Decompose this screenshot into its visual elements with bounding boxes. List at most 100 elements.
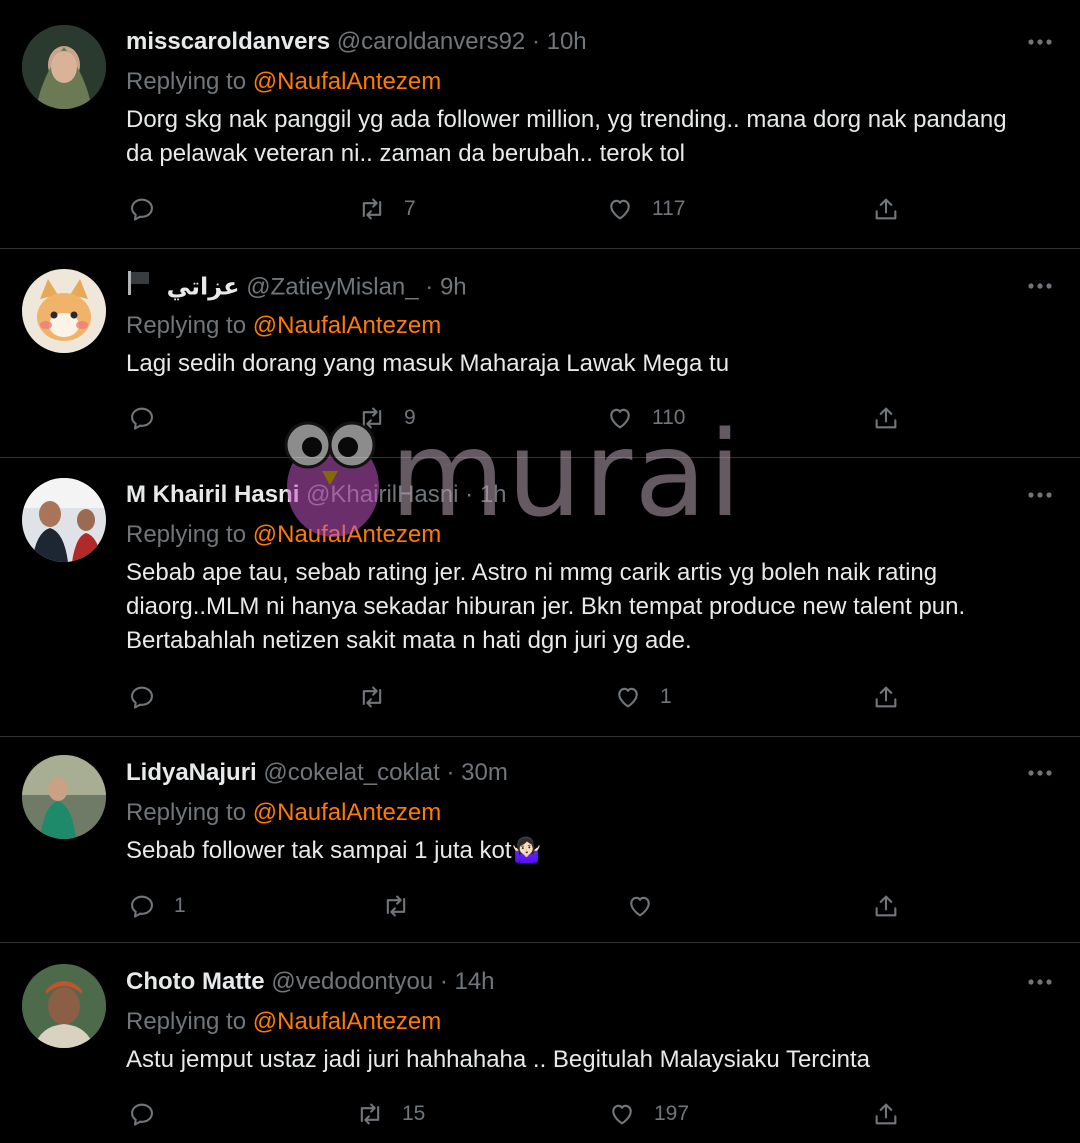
replying-to: Replying to @NaufalAntezem (126, 1005, 441, 1039)
retweet-button[interactable]: 15 (356, 1094, 425, 1134)
mention-link[interactable]: @NaufalAntezem (253, 799, 441, 826)
speech-bubble-icon (131, 686, 153, 709)
timestamp[interactable]: 30m (461, 759, 508, 786)
tweet-text-line: Astu jemput ustaz jadi juri hahhahaha ..… (126, 1046, 870, 1073)
tweet-text-line: Lagi sedih dorang yang masuk Maharaja La… (126, 350, 730, 377)
speech-bubble-icon (131, 1103, 153, 1126)
like-button[interactable]: 197 (608, 1094, 689, 1134)
share-button[interactable] (872, 886, 900, 926)
user-handle[interactable]: @caroldanvers92 (337, 28, 525, 55)
reply-button[interactable]: 1 (128, 886, 186, 926)
retweet-button[interactable] (358, 677, 404, 717)
share-upload-icon (875, 407, 897, 429)
retweet-arrows-icon (362, 686, 382, 708)
retweet-arrows-icon (360, 1103, 380, 1125)
reply-count: 1 (174, 894, 186, 917)
replying-to: Replying to @NaufalAntezem (126, 796, 441, 830)
like-count: 1 (660, 685, 672, 708)
reply-button[interactable] (128, 398, 174, 438)
replying-to-label: Replying to (126, 521, 247, 548)
tweet-text: Sebab follower tak sampai 1 juta kot🤷🏻‍♀… (126, 834, 1061, 868)
retweet-button[interactable] (382, 886, 428, 926)
share-button[interactable] (872, 398, 900, 438)
tweet-item[interactable]: misscaroldanvers @caroldanvers92 · 10h R… (0, 0, 1080, 248)
share-upload-icon (875, 895, 897, 917)
more-button[interactable] (1024, 479, 1056, 511)
more-button[interactable] (1024, 270, 1056, 302)
retweet-count: 15 (402, 1102, 426, 1125)
heart-icon (618, 687, 638, 708)
reply-button[interactable] (128, 677, 174, 717)
more-dots-icon (1028, 492, 1052, 498)
speech-bubble-icon (131, 198, 153, 221)
tweet-text: Sebab ape tau, sebab rating jer. Astro n… (126, 556, 1061, 658)
reply-button[interactable] (128, 1094, 174, 1134)
timestamp[interactable]: 9h (440, 273, 467, 300)
share-upload-icon (875, 198, 897, 220)
timestamp[interactable]: 10h (547, 28, 587, 55)
avatar[interactable] (22, 25, 106, 109)
mention-link[interactable]: @NaufalAntezem (253, 312, 441, 339)
timestamp[interactable]: 14h (454, 968, 494, 995)
tweet-header: misscaroldanvers @caroldanvers92 · 10h (126, 25, 587, 59)
tweet-text-line: diaorg..MLM ni hanya sekadar hiburan jer… (126, 593, 966, 620)
like-count: 197 (654, 1102, 690, 1125)
watermark-text: murai (390, 405, 744, 543)
like-button[interactable]: 117 (606, 189, 685, 229)
tweet-text-line: Bertabahlah netizen sakit mata n hati dg… (126, 627, 692, 654)
display-name[interactable]: عزاتي (167, 273, 240, 300)
speech-bubble-icon (131, 895, 153, 918)
more-dots-icon (1028, 770, 1052, 776)
action-bar: 15 197 (0, 1094, 1080, 1134)
reply-button[interactable] (128, 189, 174, 229)
tweet-item[interactable]: LidyaNajuri @cokelat_coklat · 30m Replyi… (0, 737, 1080, 942)
more-dots-icon (1028, 39, 1052, 45)
display-name[interactable]: Choto Matte (126, 968, 265, 995)
share-upload-icon (875, 686, 897, 708)
avatar[interactable] (22, 755, 106, 839)
replying-to-label: Replying to (126, 1008, 247, 1035)
more-dots-icon (1028, 979, 1052, 985)
share-upload-icon (875, 1103, 897, 1125)
user-handle[interactable]: @vedodontyou (271, 968, 433, 995)
replying-to-label: Replying to (126, 68, 247, 95)
like-button[interactable]: 1 (614, 677, 672, 717)
like-button[interactable] (626, 886, 672, 926)
murai-watermark: murai (268, 405, 768, 555)
action-bar: 7 117 (0, 189, 1080, 229)
share-button[interactable] (872, 1094, 900, 1134)
retweet-button[interactable]: 7 (358, 189, 416, 229)
replying-to: Replying to @NaufalAntezem (126, 65, 441, 99)
tweet-text: Astu jemput ustaz jadi juri hahhahaha ..… (126, 1043, 1061, 1077)
separator-dot: · (446, 759, 455, 786)
more-dots-icon (1028, 283, 1052, 289)
avatar[interactable] (22, 478, 106, 562)
tweet-text-line: Sebab follower tak sampai 1 juta kot🤷🏻‍♀… (126, 837, 542, 864)
display-name[interactable]: misscaroldanvers (126, 28, 330, 55)
share-button[interactable] (872, 189, 900, 229)
retweet-arrows-icon (362, 198, 382, 220)
more-button[interactable] (1024, 966, 1056, 998)
heart-icon (630, 896, 650, 917)
share-button[interactable] (872, 677, 900, 717)
mention-link[interactable]: @NaufalAntezem (253, 68, 441, 95)
tweet-header: LidyaNajuri @cokelat_coklat · 30m (126, 756, 508, 790)
avatar[interactable] (22, 269, 106, 353)
separator-dot: · (439, 968, 448, 995)
replying-to-label: Replying to (126, 312, 247, 339)
display-name[interactable]: LidyaNajuri (126, 759, 257, 786)
separator-dot: · (531, 28, 540, 55)
user-handle[interactable]: @cokelat_coklat (263, 759, 439, 786)
tweet-item[interactable]: Choto Matte @vedodontyou · 14h Replying … (0, 943, 1080, 1143)
user-handle[interactable]: @ZatieyMislan_ (246, 273, 418, 300)
speech-bubble-icon (131, 407, 153, 430)
replying-to-label: Replying to (126, 799, 247, 826)
mention-link[interactable]: @NaufalAntezem (253, 1008, 441, 1035)
like-count: 117 (652, 197, 686, 220)
more-button[interactable] (1024, 757, 1056, 789)
tweet-text: Dorg skg nak panggil yg ada follower mil… (126, 103, 1061, 171)
avatar[interactable] (22, 964, 106, 1048)
tweet-text-line: Sebab ape tau, sebab rating jer. Astro n… (126, 559, 938, 586)
heart-icon (612, 1104, 632, 1125)
more-button[interactable] (1024, 26, 1056, 58)
